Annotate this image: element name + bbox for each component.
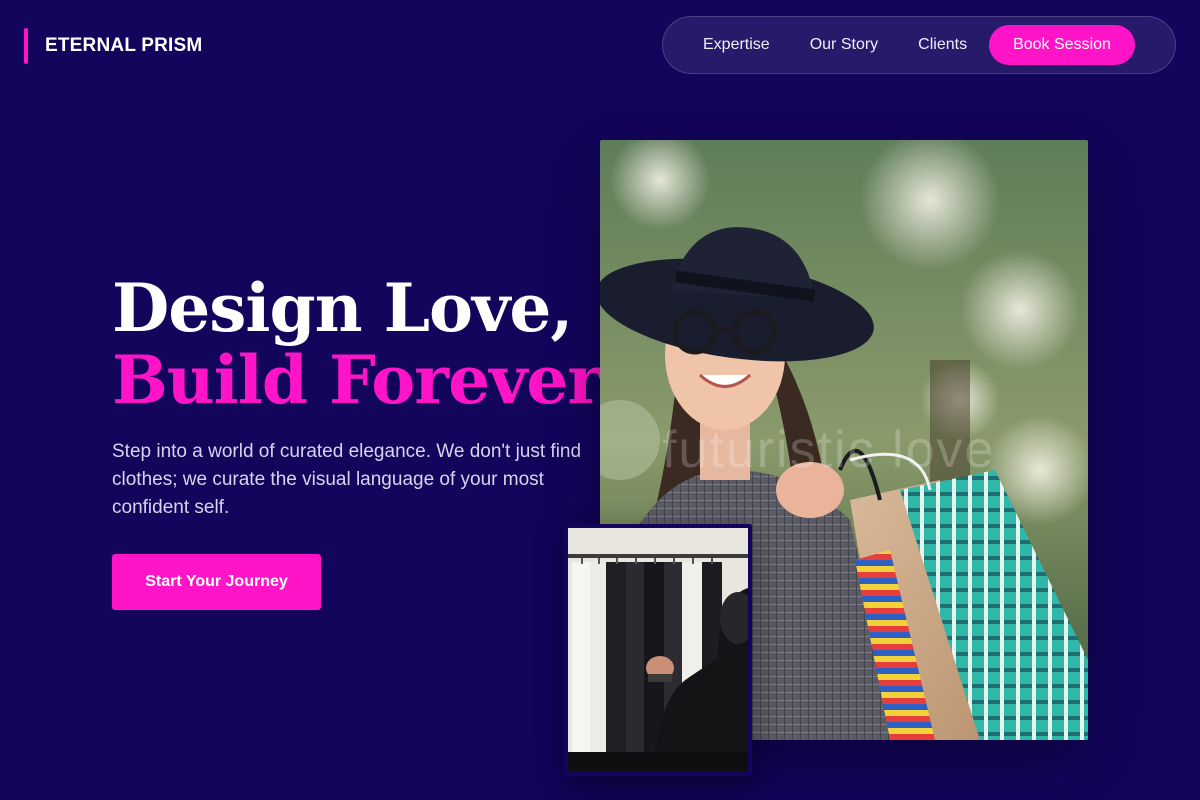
landing-page: ETERNAL PRISM Expertise Our Story Client… <box>0 0 1200 800</box>
brand-accent-bar <box>24 28 28 64</box>
nav-link-our-story[interactable]: Our Story <box>790 36 898 54</box>
hero-title-line-2: Build Forever. <box>112 341 618 419</box>
book-session-button[interactable]: Book Session <box>989 25 1135 65</box>
photo-watermark: futuristic love <box>662 421 996 479</box>
start-journey-button[interactable]: Start Your Journey <box>112 554 321 610</box>
hero-title: Design Love, Build Forever. <box>112 269 618 419</box>
hero-title-line-1: Design Love, <box>112 269 573 347</box>
main-nav: Expertise Our Story Clients Book Session <box>662 16 1176 74</box>
nav-link-expertise[interactable]: Expertise <box>683 36 790 54</box>
brand-logo[interactable]: ETERNAL PRISM <box>24 28 202 64</box>
inset-photo <box>564 524 752 776</box>
nav-link-clients[interactable]: Clients <box>898 36 987 54</box>
brand-name: ETERNAL PRISM <box>45 35 203 56</box>
hero-subtitle: Step into a world of curated elegance. W… <box>112 441 582 518</box>
inset-photo-illustration <box>568 528 748 772</box>
